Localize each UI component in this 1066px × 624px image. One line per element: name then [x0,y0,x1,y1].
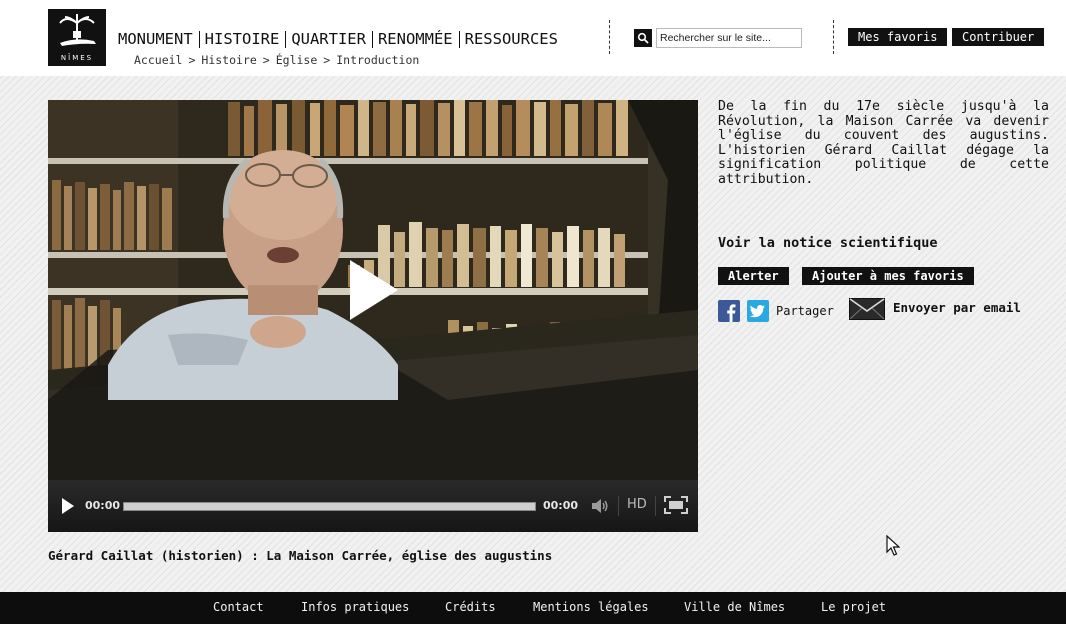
header-divider [609,20,610,54]
fullscreen-button[interactable] [664,496,688,518]
main-navigation: MONUMENT HISTOIRE QUARTIER RENOMMÉE RESS… [118,29,558,49]
search-box [634,28,802,48]
play-button[interactable] [62,498,74,518]
search-button[interactable] [634,29,652,47]
volume-icon [592,499,608,513]
share-label[interactable]: Partager [776,304,834,318]
breadcrumb-accueil[interactable]: Accueil [134,53,182,67]
nav-quartier[interactable]: QUARTIER [291,30,366,48]
footer-link-infos-pratiques[interactable]: Infos pratiques [301,600,409,614]
nimes-logo[interactable]: NÎMES [48,9,106,66]
hd-toggle[interactable]: HD [627,497,647,512]
nav-separator [371,30,373,48]
site-footer: Contact Infos pratiques Crédits Mentions… [0,592,1066,624]
play-overlay-button[interactable] [350,260,398,320]
search-input[interactable] [656,28,802,48]
breadcrumb-introduction: Introduction [336,53,420,67]
nav-monument[interactable]: MONUMENT [118,30,193,48]
footer-link-credits[interactable]: Crédits [445,600,496,614]
facebook-share-button[interactable] [718,300,740,326]
nav-separator [198,30,200,48]
my-favorites-button[interactable]: Mes favoris [848,28,948,46]
nav-separator [458,30,460,48]
video-caption: Gérard Caillat (historien) : La Maison C… [48,548,553,563]
nav-separator [285,30,287,48]
footer-link-contact[interactable]: Contact [213,600,264,614]
site-header: NÎMES MONUMENT HISTOIRE QUARTIER RENOMMÉ… [0,0,1066,76]
alert-button[interactable]: Alerter [718,267,789,285]
envelope-icon [849,298,885,320]
add-to-favorites-button[interactable]: Ajouter à mes favoris [802,267,974,285]
breadcrumb-separator: > [323,53,331,67]
breadcrumb-eglise[interactable]: Église [276,53,318,67]
email-share-button[interactable] [849,298,885,324]
search-icon [637,32,649,44]
nav-renommee[interactable]: RENOMMÉE [378,30,453,48]
header-divider [833,20,834,54]
video-controls: 00:00 00:00 HD [48,480,698,532]
current-time: 00:00 [85,499,121,512]
mouse-cursor [886,534,901,561]
footer-link-le-projet[interactable]: Le projet [821,600,886,614]
breadcrumb: Accueil > Histoire > Église > Introduction [134,53,419,67]
play-icon [350,260,398,320]
crocodile-palm-emblem-icon [59,14,96,46]
video-description: De la fin du 17e siècle jusqu'à la Révol… [718,99,1049,187]
footer-link-ville-de-nimes[interactable]: Ville de Nîmes [684,600,785,614]
control-divider [618,496,619,516]
logo-text: NÎMES [60,54,94,62]
video-player[interactable]: 00:00 00:00 HD [48,100,698,532]
contribute-button[interactable]: Contribuer [952,28,1045,46]
facebook-icon [718,300,740,322]
footer-link-mentions-legales[interactable]: Mentions légales [533,600,649,614]
email-label[interactable]: Envoyer par email [893,300,1021,315]
nav-histoire[interactable]: HISTOIRE [205,30,280,48]
control-divider [655,496,656,516]
volume-button[interactable] [591,498,609,518]
mouse-cursor-icon [886,534,901,556]
nav-ressources[interactable]: RESSOURCES [465,30,558,48]
duration: 00:00 [543,499,579,512]
breadcrumb-separator: > [188,53,196,67]
progress-bar[interactable] [123,502,536,511]
breadcrumb-histoire[interactable]: Histoire [201,53,256,67]
scientific-notice-link[interactable]: Voir la notice scientifique [718,235,937,251]
breadcrumb-separator: > [262,53,270,67]
twitter-icon [747,300,769,322]
fullscreen-icon [664,496,688,514]
play-icon [62,498,74,514]
twitter-share-button[interactable] [747,300,769,326]
